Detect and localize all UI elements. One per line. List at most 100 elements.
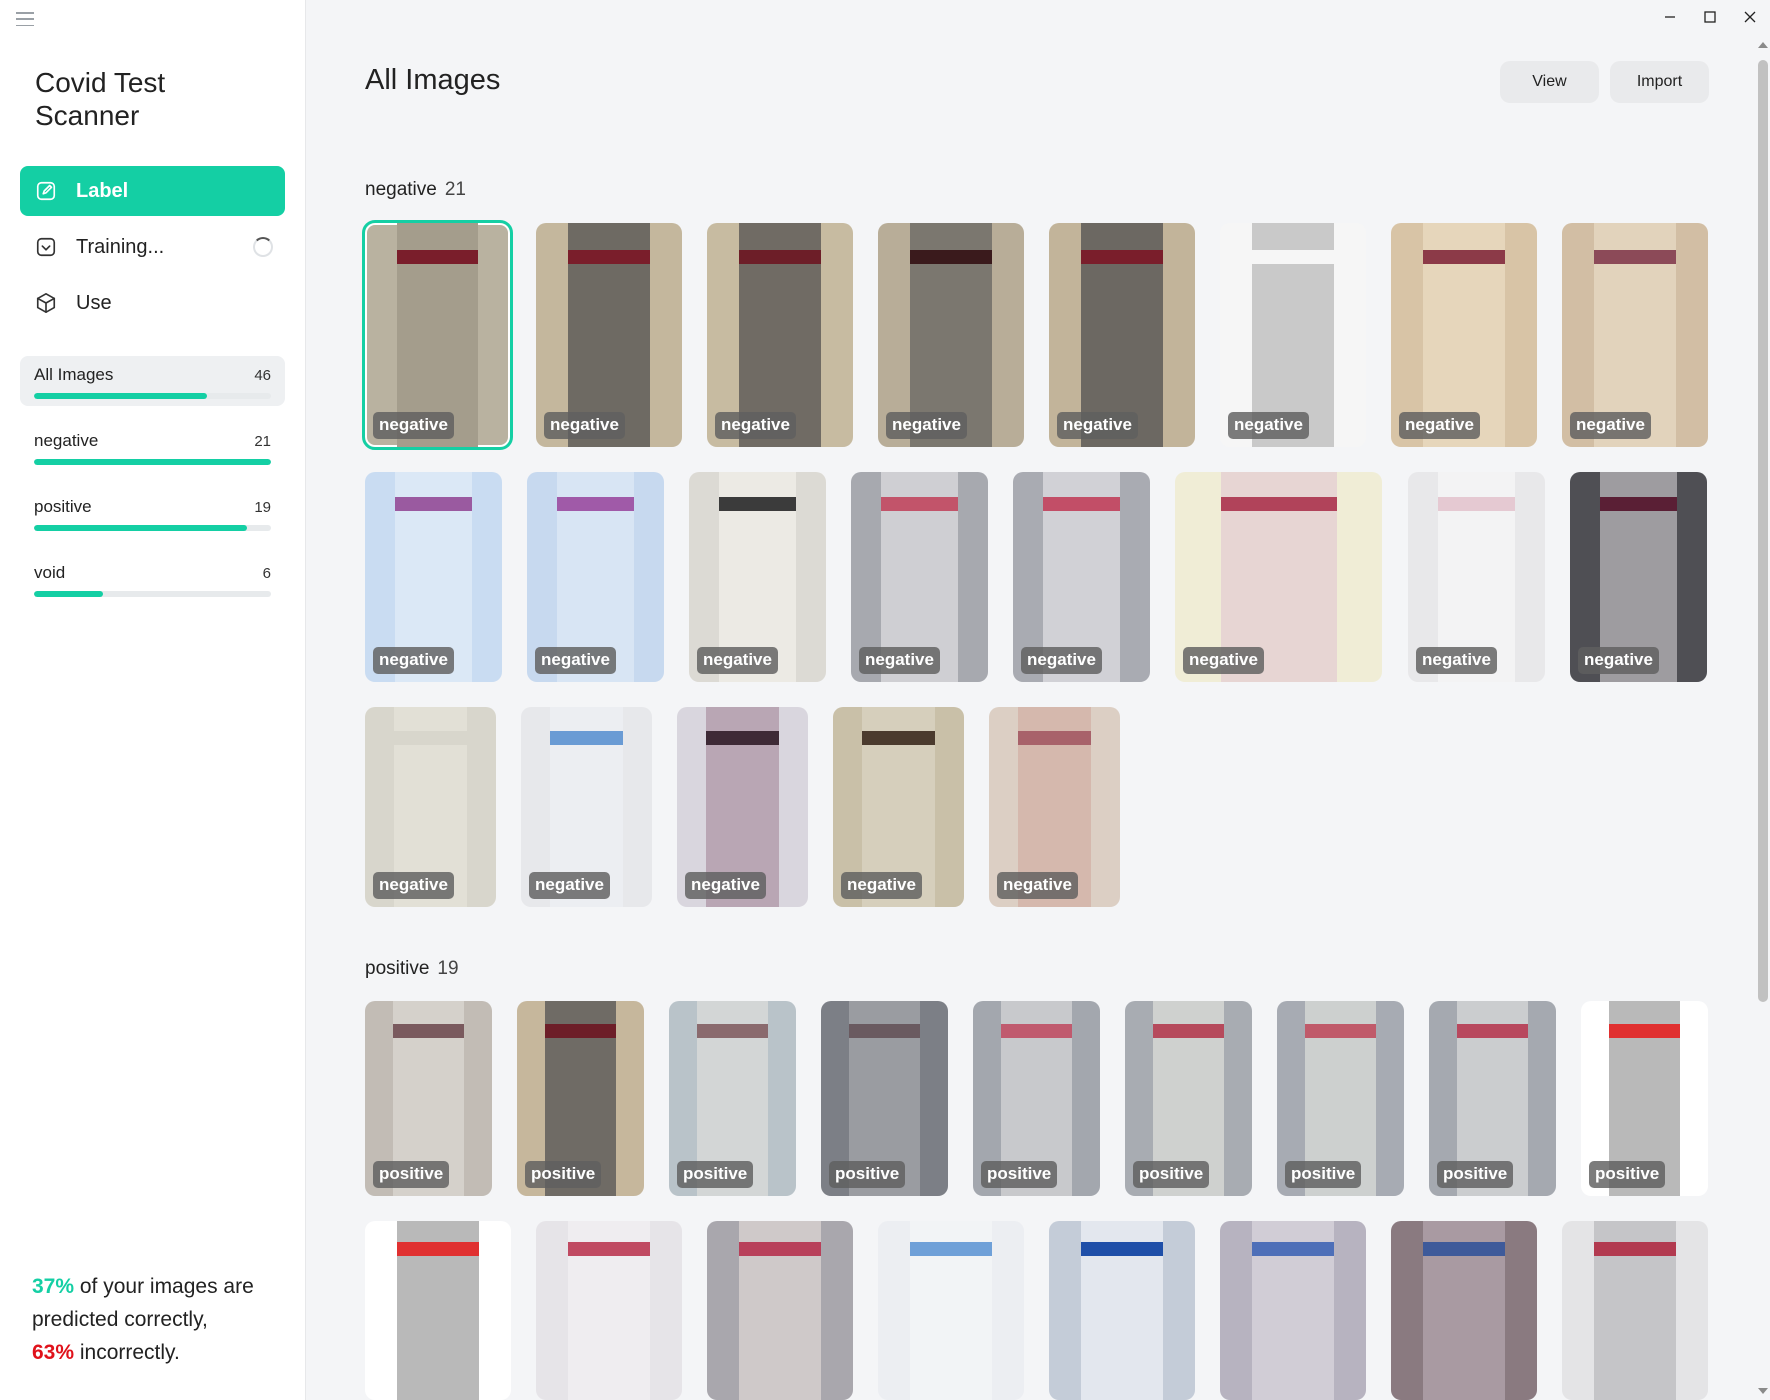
category-negative[interactable]: negative 21 bbox=[20, 422, 285, 472]
control-line bbox=[1252, 250, 1334, 264]
category-void[interactable]: void 6 bbox=[20, 554, 285, 604]
control-line bbox=[394, 731, 467, 745]
import-button[interactable]: Import bbox=[1610, 61, 1709, 103]
positive-image-tile[interactable] bbox=[365, 1221, 511, 1400]
positive-image-tile[interactable]: positive bbox=[973, 1001, 1100, 1196]
tile-label-badge: positive bbox=[829, 1161, 906, 1188]
category-name: All Images bbox=[34, 365, 114, 384]
tile-label-badge: negative bbox=[997, 872, 1078, 899]
negative-image-tile[interactable]: negative bbox=[677, 707, 808, 907]
positive-image-tile[interactable]: positive bbox=[365, 1001, 492, 1196]
app-title: Covid Test Scanner bbox=[35, 67, 166, 131]
tile-label-badge: negative bbox=[841, 872, 922, 899]
accuracy-correct-pct: 37% bbox=[32, 1275, 75, 1298]
negative-image-tile[interactable]: negative bbox=[878, 223, 1024, 447]
tile-label-badge: positive bbox=[525, 1161, 602, 1188]
negative-image-tile[interactable]: negative bbox=[365, 707, 496, 907]
tile-label-badge: negative bbox=[886, 412, 967, 439]
positive-image-tile[interactable] bbox=[707, 1221, 853, 1400]
positive-image-tile[interactable]: positive bbox=[669, 1001, 796, 1196]
control-line bbox=[1043, 497, 1120, 511]
tile-label-badge: positive bbox=[1285, 1161, 1362, 1188]
negative-image-tile[interactable]: negative bbox=[851, 472, 988, 682]
category-count: 6 bbox=[262, 564, 271, 582]
category-positive[interactable]: positive 19 bbox=[20, 488, 285, 538]
positive-image-tile[interactable]: positive bbox=[517, 1001, 644, 1196]
control-line bbox=[1594, 1242, 1676, 1256]
nav-use-text: Use bbox=[76, 291, 112, 314]
negative-image-tile[interactable]: negative bbox=[536, 223, 682, 447]
control-line bbox=[1153, 1024, 1224, 1038]
nav-use[interactable]: Use bbox=[20, 278, 285, 328]
negative-image-tile[interactable]: negative bbox=[1175, 472, 1382, 682]
positive-image-tile[interactable]: positive bbox=[1277, 1001, 1404, 1196]
negative-image-tile[interactable]: negative bbox=[1220, 223, 1366, 447]
menu-icon[interactable] bbox=[16, 12, 34, 26]
window-controls bbox=[1650, 0, 1770, 34]
control-line bbox=[1221, 497, 1337, 511]
tile-label-badge: negative bbox=[715, 412, 796, 439]
negative-image-tile[interactable]: negative bbox=[1408, 472, 1545, 682]
control-line bbox=[545, 1024, 616, 1038]
control-line bbox=[1081, 250, 1163, 264]
negative-image-tile[interactable]: negative bbox=[689, 472, 826, 682]
negative-image-tile[interactable]: negative bbox=[1562, 223, 1708, 447]
tile-label-badge: positive bbox=[677, 1161, 754, 1188]
category-all-images[interactable]: All Images 46 bbox=[20, 356, 285, 406]
negative-image-tile[interactable]: negative bbox=[707, 223, 853, 447]
nav-training[interactable]: Training... bbox=[20, 222, 285, 272]
minimize-icon[interactable] bbox=[1650, 0, 1690, 34]
positive-image-tile[interactable] bbox=[1391, 1221, 1537, 1400]
positive-image-tile[interactable] bbox=[1562, 1221, 1708, 1400]
negative-image-tile[interactable]: negative bbox=[362, 220, 513, 450]
maximize-icon[interactable] bbox=[1690, 0, 1730, 34]
control-line bbox=[1001, 1024, 1072, 1038]
nav-label[interactable]: Label bbox=[20, 166, 285, 216]
positive-image-tile[interactable]: positive bbox=[1581, 1001, 1708, 1196]
loading-spinner-icon bbox=[253, 237, 273, 257]
positive-image-tile[interactable] bbox=[1049, 1221, 1195, 1400]
section-count: 21 bbox=[444, 179, 466, 200]
positive-image-tile[interactable]: positive bbox=[821, 1001, 948, 1196]
negative-image-tile[interactable]: negative bbox=[989, 707, 1120, 907]
control-line bbox=[568, 250, 650, 264]
negative-image-tile[interactable]: negative bbox=[1049, 223, 1195, 447]
control-line bbox=[397, 250, 478, 264]
negative-image-tile[interactable]: negative bbox=[1570, 472, 1707, 682]
positive-image-tile[interactable] bbox=[536, 1221, 682, 1400]
tile-label-badge: positive bbox=[1133, 1161, 1210, 1188]
positive-image-tile[interactable]: positive bbox=[1125, 1001, 1252, 1196]
scrollbar-thumb[interactable] bbox=[1758, 60, 1768, 1002]
control-line bbox=[1305, 1024, 1376, 1038]
negative-image-tile[interactable]: negative bbox=[527, 472, 664, 682]
negative-image-tile[interactable]: negative bbox=[833, 707, 964, 907]
tile-label-badge: positive bbox=[981, 1161, 1058, 1188]
category-progress-bar bbox=[34, 393, 271, 399]
control-line bbox=[849, 1024, 920, 1038]
control-line bbox=[1594, 250, 1676, 264]
main-content: All Images View Import negative 21 positi… bbox=[307, 0, 1755, 1400]
view-button[interactable]: View bbox=[1500, 61, 1599, 103]
category-name: void bbox=[34, 563, 66, 582]
negative-image-tile[interactable]: negative bbox=[521, 707, 652, 907]
negative-image-tile[interactable]: negative bbox=[1013, 472, 1150, 682]
positive-image-tile[interactable]: positive bbox=[1429, 1001, 1556, 1196]
section-count: 19 bbox=[437, 958, 459, 979]
scrollbar[interactable] bbox=[1755, 34, 1770, 1400]
positive-image-tile[interactable] bbox=[1220, 1221, 1366, 1400]
negative-image-tile[interactable]: negative bbox=[1391, 223, 1537, 447]
positive-image-tile[interactable] bbox=[878, 1221, 1024, 1400]
tile-label-badge: negative bbox=[529, 872, 610, 899]
accuracy-text-b: incorrectly. bbox=[74, 1341, 180, 1364]
tile-label-badge: negative bbox=[373, 412, 454, 439]
control-line bbox=[557, 497, 634, 511]
negative-image-tile[interactable]: negative bbox=[365, 472, 502, 682]
scroll-up-icon[interactable] bbox=[1758, 42, 1768, 48]
close-icon[interactable] bbox=[1730, 0, 1770, 34]
control-line bbox=[706, 731, 779, 745]
control-line bbox=[739, 1242, 821, 1256]
category-name: negative bbox=[34, 431, 99, 450]
scroll-down-icon[interactable] bbox=[1758, 1388, 1768, 1394]
tile-label-badge: negative bbox=[685, 872, 766, 899]
category-count: 21 bbox=[254, 432, 271, 450]
